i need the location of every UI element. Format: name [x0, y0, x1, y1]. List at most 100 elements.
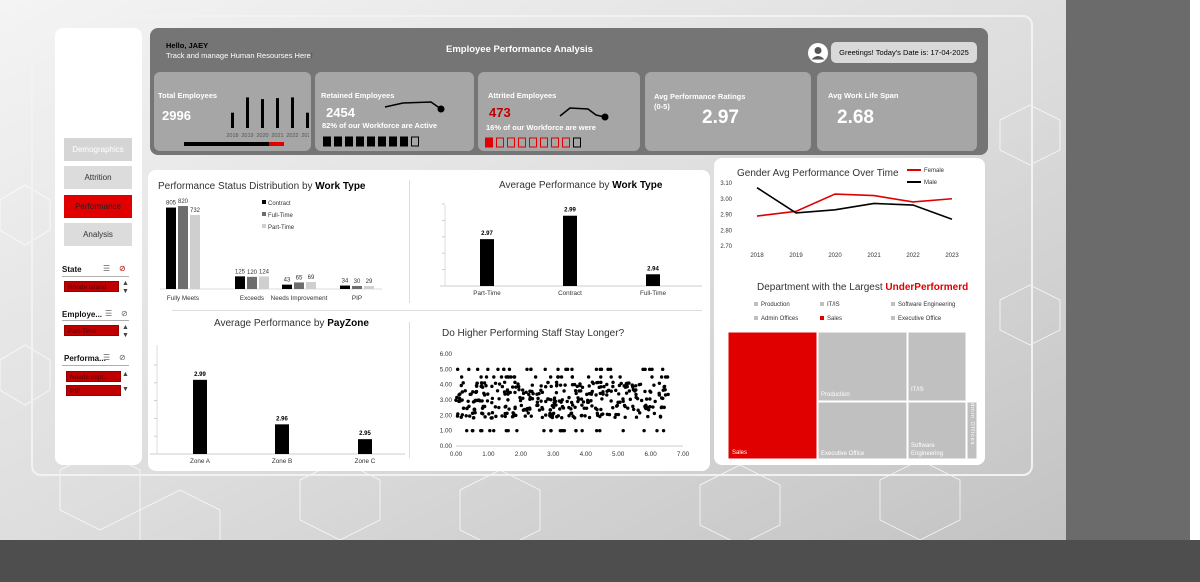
- scatter-point: [580, 413, 584, 418]
- scatter-point: [570, 375, 575, 379]
- scatter-point: [515, 428, 519, 433]
- kpi-work-life-span: Avg Work Life Span 2.68: [817, 72, 977, 151]
- scatter-point: [565, 399, 569, 404]
- meter-box: [529, 137, 537, 148]
- spark-bar: [276, 98, 279, 128]
- multi-select-icon[interactable]: ☰: [103, 353, 110, 362]
- clear-filter-icon[interactable]: ⊘: [121, 309, 128, 318]
- scatter-point: [461, 381, 465, 385]
- category-label: Exceeds: [240, 295, 264, 302]
- scatter-point: [512, 375, 517, 379]
- scatter-point: [540, 415, 545, 420]
- scatter-point: [599, 407, 603, 412]
- nav-attrition-button[interactable]: Attrition: [64, 166, 132, 189]
- scatter-point: [628, 397, 633, 402]
- scatter-point: [567, 405, 571, 410]
- scatter-point: [549, 398, 553, 402]
- x-tick-label: 4.00: [580, 451, 593, 458]
- legend-swatch: [262, 200, 266, 204]
- clear-filter-icon[interactable]: ⊘: [119, 353, 126, 362]
- scatter-point: [595, 413, 600, 418]
- scatter-point: [539, 388, 543, 393]
- user-icon: [811, 47, 825, 60]
- scatter-point: [474, 383, 479, 388]
- clear-filter-icon[interactable]: ⊘: [119, 264, 126, 273]
- scatter-point: [609, 399, 613, 403]
- slicer-state-item[interactable]: Rhode Island: [64, 281, 119, 292]
- work-type-performance-chart: 2.97 Part-Time 2.99 Contract 2.94 Full-Time: [440, 203, 702, 297]
- scroll-down-icon[interactable]: ▼: [122, 386, 129, 393]
- scatter-point: [587, 415, 592, 420]
- scatter-point: [518, 398, 523, 403]
- scatter-point: [459, 375, 464, 379]
- scatter-point: [651, 405, 655, 409]
- multi-select-icon[interactable]: ☰: [105, 309, 112, 318]
- category-label: PIP: [352, 295, 362, 302]
- scroll-down-icon[interactable]: ▼: [122, 288, 129, 295]
- x-tick-label: 7.00: [677, 451, 690, 458]
- legend-swatch: [754, 316, 758, 320]
- nav-analysis-button[interactable]: Analysis: [64, 223, 132, 246]
- scatter-point: [542, 428, 546, 433]
- slicer-performance-title: Performa...: [64, 354, 106, 363]
- scatter-point: [509, 375, 513, 379]
- legend-label: IT/IS: [827, 302, 840, 308]
- scatter-point: [548, 375, 553, 379]
- scatter-point: [486, 367, 490, 372]
- legend-swatch: [820, 302, 824, 306]
- scatter-point: [466, 399, 470, 404]
- spark-bar: [261, 99, 264, 128]
- scatter-point: [559, 375, 564, 379]
- scatter-point: [585, 398, 590, 403]
- scatter-point: [639, 398, 644, 403]
- slicer-divider: [62, 320, 129, 321]
- slicer-employee-item[interactable]: Part-Time: [64, 325, 119, 336]
- scatter-point: [579, 397, 584, 401]
- scatter-point: [624, 391, 629, 395]
- scatter-point: [608, 367, 613, 372]
- scatter-point: [523, 414, 527, 418]
- slicer-performance-item[interactable]: PIP: [66, 385, 121, 396]
- scatter-point: [525, 406, 530, 411]
- page-title: Employee Performance Analysis: [446, 44, 593, 55]
- scatter-point: [480, 406, 485, 410]
- scatter-point: [463, 389, 467, 393]
- nav-performance-button[interactable]: Performance: [64, 195, 132, 218]
- scatter-point: [554, 380, 559, 384]
- slicer-performance-item[interactable]: Needs Impr...: [66, 371, 121, 382]
- y-tick-label: 3.00: [440, 397, 453, 404]
- scatter-point: [662, 384, 667, 389]
- bar: [646, 274, 660, 286]
- scatter-point: [461, 406, 466, 410]
- multi-select-icon[interactable]: ☰: [103, 264, 110, 273]
- spark-bar: [246, 97, 249, 128]
- scatter-point: [570, 367, 574, 372]
- scatter-point: [496, 367, 500, 372]
- x-tick-label: 2022: [906, 253, 920, 259]
- bar: [190, 214, 200, 289]
- scroll-down-icon[interactable]: ▼: [122, 332, 129, 339]
- nav-demographics-button[interactable]: Demographics: [64, 138, 132, 161]
- scatter-point: [543, 385, 548, 389]
- scroll-up-icon[interactable]: ▲: [122, 371, 129, 378]
- chart-title-status-distribution: Performance Status Distribution by Work …: [158, 181, 366, 192]
- scatter-point: [464, 414, 468, 418]
- scatter-point: [533, 375, 538, 379]
- spark-year-label: 2022: [286, 133, 298, 139]
- scatter-point: [540, 407, 545, 411]
- scatter-point: [609, 375, 613, 379]
- scatter-point: [460, 413, 465, 417]
- bar: [282, 284, 292, 289]
- scatter-point: [528, 397, 532, 401]
- scroll-up-icon[interactable]: ▲: [122, 324, 129, 331]
- scatter-point: [572, 416, 577, 420]
- avatar[interactable]: [808, 43, 828, 63]
- scatter-point: [577, 389, 581, 393]
- category-label: Full-Time: [640, 290, 667, 297]
- legend-label: Sales: [827, 316, 842, 322]
- scatter-point: [663, 393, 668, 397]
- scroll-up-icon[interactable]: ▲: [122, 280, 129, 287]
- scatter-point: [587, 384, 591, 388]
- scatter-point: [661, 396, 665, 401]
- scatter-point: [549, 428, 553, 433]
